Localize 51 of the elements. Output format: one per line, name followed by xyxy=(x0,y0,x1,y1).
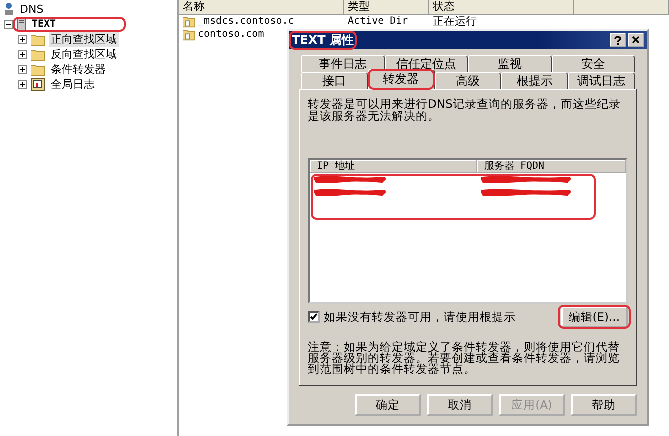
column-header[interactable]: 名称 xyxy=(179,0,344,14)
dialog-button[interactable]: 帮助 xyxy=(571,394,637,416)
redaction-scribble xyxy=(314,188,386,196)
note-text: 注意：如果为给定域定义了条件转发器，则将使用它们代替服务器级别的转发器。若要创建或查看条件转发器，请浏览到范围树中的条件转发器节点。 xyxy=(308,342,621,375)
tree-item[interactable]: 正向查找区域 xyxy=(49,32,119,47)
help-icon xyxy=(614,36,622,44)
redaction-scribble xyxy=(314,174,386,184)
check-icon xyxy=(310,313,318,321)
help-button[interactable] xyxy=(610,33,626,47)
dialog-button[interactable]: 确定 xyxy=(355,394,421,416)
tree-item[interactable]: TEXT xyxy=(30,19,58,30)
tree-item[interactable]: 全局日志 xyxy=(49,77,97,92)
collapse-icon[interactable] xyxy=(4,20,13,29)
folder-icon xyxy=(31,34,45,46)
dns-icon xyxy=(4,3,14,16)
log-icon xyxy=(31,78,45,91)
tab[interactable]: 事件日志 xyxy=(301,55,384,72)
table-cell: 正在运行 xyxy=(433,14,477,29)
tree-item[interactable]: 条件转发器 xyxy=(49,62,108,77)
column-header[interactable]: IP 地址 xyxy=(310,160,478,173)
zone-file-icon xyxy=(183,28,195,40)
tab[interactable]: 调试日志 xyxy=(568,72,635,89)
tab[interactable]: 接口 xyxy=(301,72,368,89)
tab[interactable]: 高级 xyxy=(434,72,502,89)
expand-icon[interactable] xyxy=(18,80,27,89)
tab[interactable]: 转发器 xyxy=(368,69,435,89)
description-text: 转发器是可以用来进行DNS记录查询的服务器，而这些纪录是该服务器无法解决的。 xyxy=(308,98,622,122)
folder-icon xyxy=(31,48,45,60)
dialog-button[interactable]: 取消 xyxy=(427,394,493,416)
close-button[interactable] xyxy=(628,33,644,47)
folder-icon xyxy=(31,64,45,76)
dialog-title: TEXT 属性 xyxy=(292,32,354,48)
tab[interactable]: 安全 xyxy=(552,55,635,72)
close-icon xyxy=(632,36,640,44)
expand-icon[interactable] xyxy=(18,65,27,74)
column-header[interactable]: 状态 xyxy=(429,0,574,14)
zone-name: _msdcs.contoso.c xyxy=(198,16,294,27)
column-header[interactable]: 类型 xyxy=(344,0,429,14)
expand-icon[interactable] xyxy=(18,35,27,44)
tab[interactable]: 监视 xyxy=(468,55,552,72)
tab[interactable]: 根提示 xyxy=(501,72,568,89)
table-cell: Active Dir xyxy=(348,16,408,27)
server-icon xyxy=(17,18,26,31)
tree-item[interactable]: DNS xyxy=(18,3,46,16)
edit-button[interactable]: 编辑(E)... xyxy=(560,306,628,328)
column-header[interactable]: 服务器 FQDN xyxy=(477,160,626,173)
zone-name: contoso.com xyxy=(198,29,264,40)
zone-file-icon xyxy=(183,16,195,28)
tree-item[interactable]: 反向查找区域 xyxy=(49,47,119,62)
expand-icon[interactable] xyxy=(18,50,27,59)
use-root-hints-checkbox[interactable]: 如果没有转发器可用，请使用根提示 xyxy=(308,310,516,324)
